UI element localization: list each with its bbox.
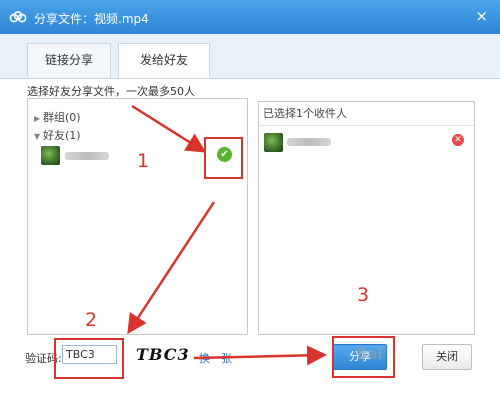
arrow-to-share: [193, 345, 327, 366]
annotation-arrows: [127, 104, 327, 366]
arrow-to-check: [131, 104, 207, 153]
arrow-to-captcha: [127, 201, 216, 335]
